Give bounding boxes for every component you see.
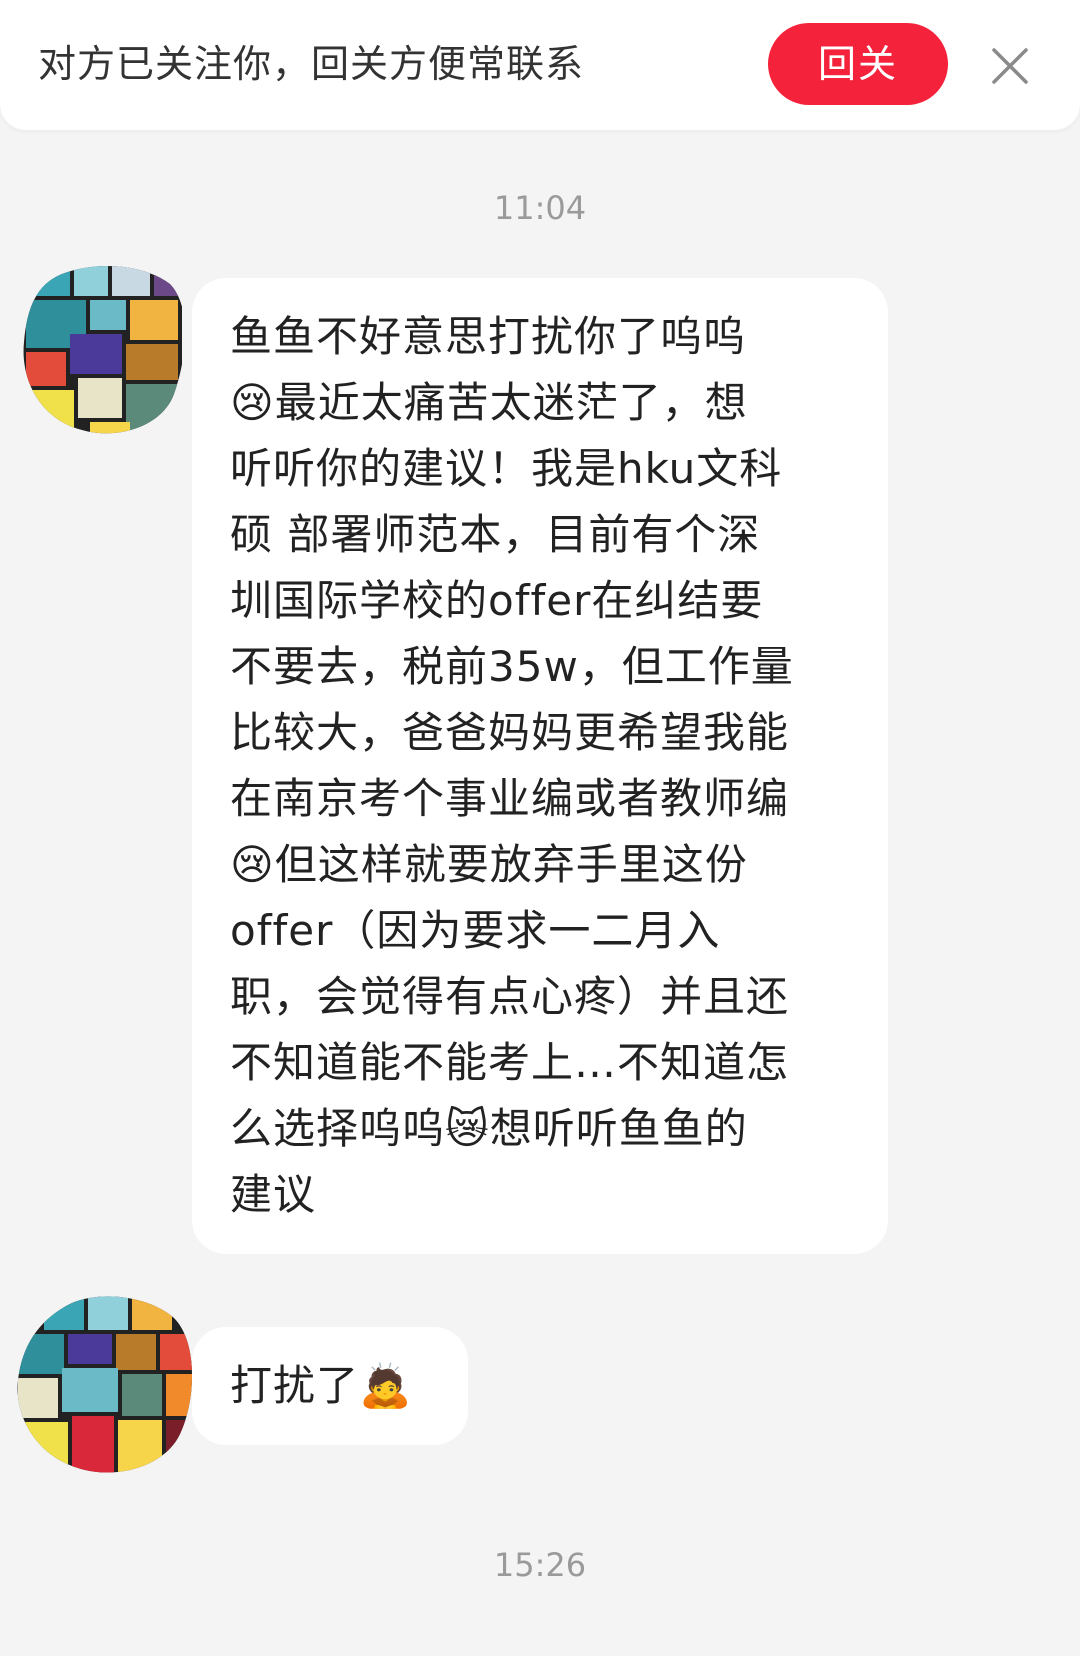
chat-timestamp: 15:26 (493, 1546, 587, 1584)
mosaic-avatar-icon[interactable] (22, 262, 182, 437)
follow-banner: 对方已关注你，回关方便常联系 回关 (0, 0, 1080, 130)
follow-back-button[interactable]: 回关 (768, 23, 948, 105)
message-text: 打扰了🙇 (230, 1361, 413, 1410)
chat-timestamp: 11:04 (493, 189, 587, 227)
mosaic-avatar-icon[interactable] (14, 1292, 196, 1476)
message-bubble[interactable]: 打扰了🙇 (192, 1327, 468, 1445)
close-icon[interactable] (988, 44, 1032, 88)
message-bubble[interactable]: 鱼鱼不好意思打扰你了呜呜 😢最近太痛苦太迷茫了，想 听听你的建议！我是hku文科… (192, 278, 888, 1254)
message-text: 鱼鱼不好意思打扰你了呜呜 😢最近太痛苦太迷茫了，想 听听你的建议！我是hku文科… (230, 312, 794, 1219)
follow-notice-text: 对方已关注你，回关方便常联系 (38, 42, 585, 86)
